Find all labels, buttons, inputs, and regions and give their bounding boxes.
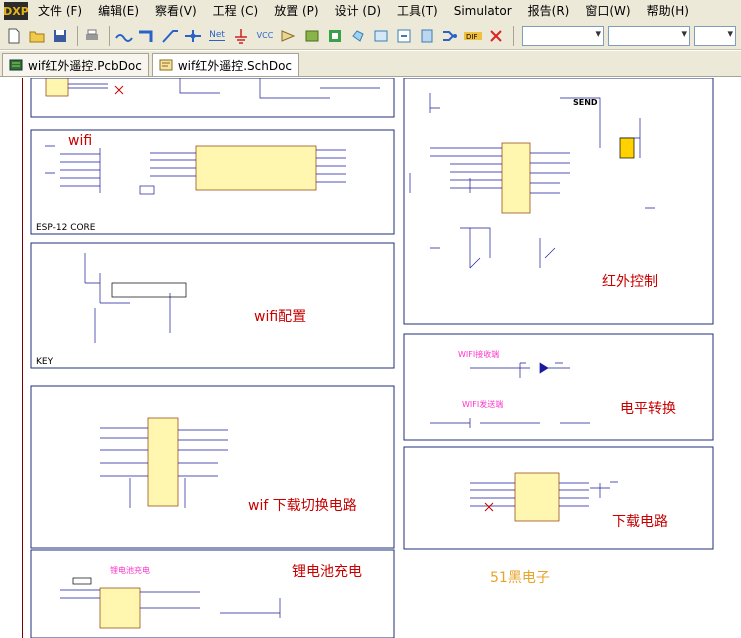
port-icon[interactable] <box>371 26 391 46</box>
schematic-canvas[interactable]: wifi ESP-12 CORE wifi配置 KEY wif 下载切换电路 锂… <box>0 78 741 638</box>
directive-icon[interactable] <box>440 26 460 46</box>
sheet-symbol-icon[interactable] <box>302 26 322 46</box>
menu-bar: DXP 文件 (F) 编辑(E) 察看(V) 工程 (C) 放置 (P) 设计 … <box>0 0 741 23</box>
no-erc-icon[interactable] <box>486 26 506 46</box>
menu-design[interactable]: 设计 (D) <box>327 0 389 22</box>
sheet-border-line <box>22 78 23 638</box>
menu-project[interactable]: 工程 (C) <box>205 0 267 22</box>
svg-text:DIF: DIF <box>466 33 477 41</box>
level-note-tx: WIFI发送端 <box>462 400 504 409</box>
open-folder-icon[interactable] <box>27 26 47 46</box>
filter-combo[interactable] <box>522 25 604 46</box>
menu-view[interactable]: 察看(V) <box>147 0 205 22</box>
part-icon[interactable] <box>279 26 299 46</box>
menu-simulator[interactable]: Simulator <box>446 0 520 22</box>
vcc-icon[interactable]: VCC <box>254 26 276 46</box>
battery-charge-note: 锂电池充电 <box>110 566 150 575</box>
junction-icon[interactable] <box>183 26 203 46</box>
toolbar-separator <box>513 25 514 46</box>
toolbar: Net VCC DIF <box>0 22 741 50</box>
menu-file[interactable]: 文件 (F) <box>30 0 90 22</box>
pcb-doc-icon <box>9 59 23 71</box>
ground-icon[interactable] <box>231 26 251 46</box>
menu-edit[interactable]: 编辑(E) <box>90 0 147 22</box>
schematic-drawing <box>30 78 714 638</box>
watermark: 51黑电子 <box>490 570 550 586</box>
key-block-subtitle: KEY <box>36 357 54 367</box>
toolbar-separator <box>109 25 110 46</box>
tab-pcbdoc-label: wif红外遥控.PcbDoc <box>28 58 142 73</box>
toolbar-separator <box>77 25 78 46</box>
bus-icon[interactable] <box>137 26 157 46</box>
ir-send-label: SEND <box>573 98 598 107</box>
battery-block-title: 锂电池充电 <box>292 564 362 580</box>
sheet-entry-icon[interactable] <box>325 26 345 46</box>
net-label-icon[interactable]: Net <box>206 26 228 46</box>
document-tab-bar: wif红外遥控.PcbDoc wif红外遥控.SchDoc <box>0 51 741 77</box>
diff-pair-icon[interactable]: DIF <box>463 26 483 46</box>
vcc-text: VCC <box>256 31 274 40</box>
tab-schdoc[interactable]: wif红外遥控.SchDoc <box>151 53 300 76</box>
harness-icon[interactable] <box>394 26 414 46</box>
device-sheet-icon[interactable] <box>348 26 368 46</box>
save-icon[interactable] <box>50 26 70 46</box>
scope-combo[interactable] <box>608 25 690 46</box>
sch-doc-icon <box>159 59 173 71</box>
level-note-rx: WIFI接收端 <box>458 350 500 359</box>
download-block-title: 下载电路 <box>612 514 668 530</box>
key-block-title: wifi配置 <box>254 309 307 325</box>
wire-icon[interactable] <box>114 26 134 46</box>
ir-block-title: 红外控制 <box>602 274 658 290</box>
net-label-text: Net <box>209 30 225 41</box>
new-file-icon[interactable] <box>4 26 24 46</box>
compile-icon[interactable] <box>417 26 437 46</box>
app-logo[interactable]: DXP <box>3 2 29 20</box>
level-block-title: 电平转换 <box>620 401 676 417</box>
mask-combo[interactable] <box>694 25 736 46</box>
menu-help[interactable]: 帮助(H) <box>639 0 697 22</box>
wifi-block-subtitle: ESP-12 CORE <box>36 223 96 233</box>
tab-pcbdoc[interactable]: wif红外遥控.PcbDoc <box>2 53 149 76</box>
tab-schdoc-label: wif红外遥控.SchDoc <box>177 58 293 73</box>
wifi-block-title: wifi <box>68 133 93 149</box>
menu-place[interactable]: 放置 (P) <box>266 0 326 22</box>
print-icon[interactable] <box>82 26 102 46</box>
bus-entry-icon[interactable] <box>160 26 180 46</box>
menu-reports[interactable]: 报告(R) <box>520 0 578 22</box>
menu-tools[interactable]: 工具(T) <box>389 0 446 22</box>
switch-block-title: wif 下载切换电路 <box>248 498 357 514</box>
menu-window[interactable]: 窗口(W) <box>577 0 638 22</box>
